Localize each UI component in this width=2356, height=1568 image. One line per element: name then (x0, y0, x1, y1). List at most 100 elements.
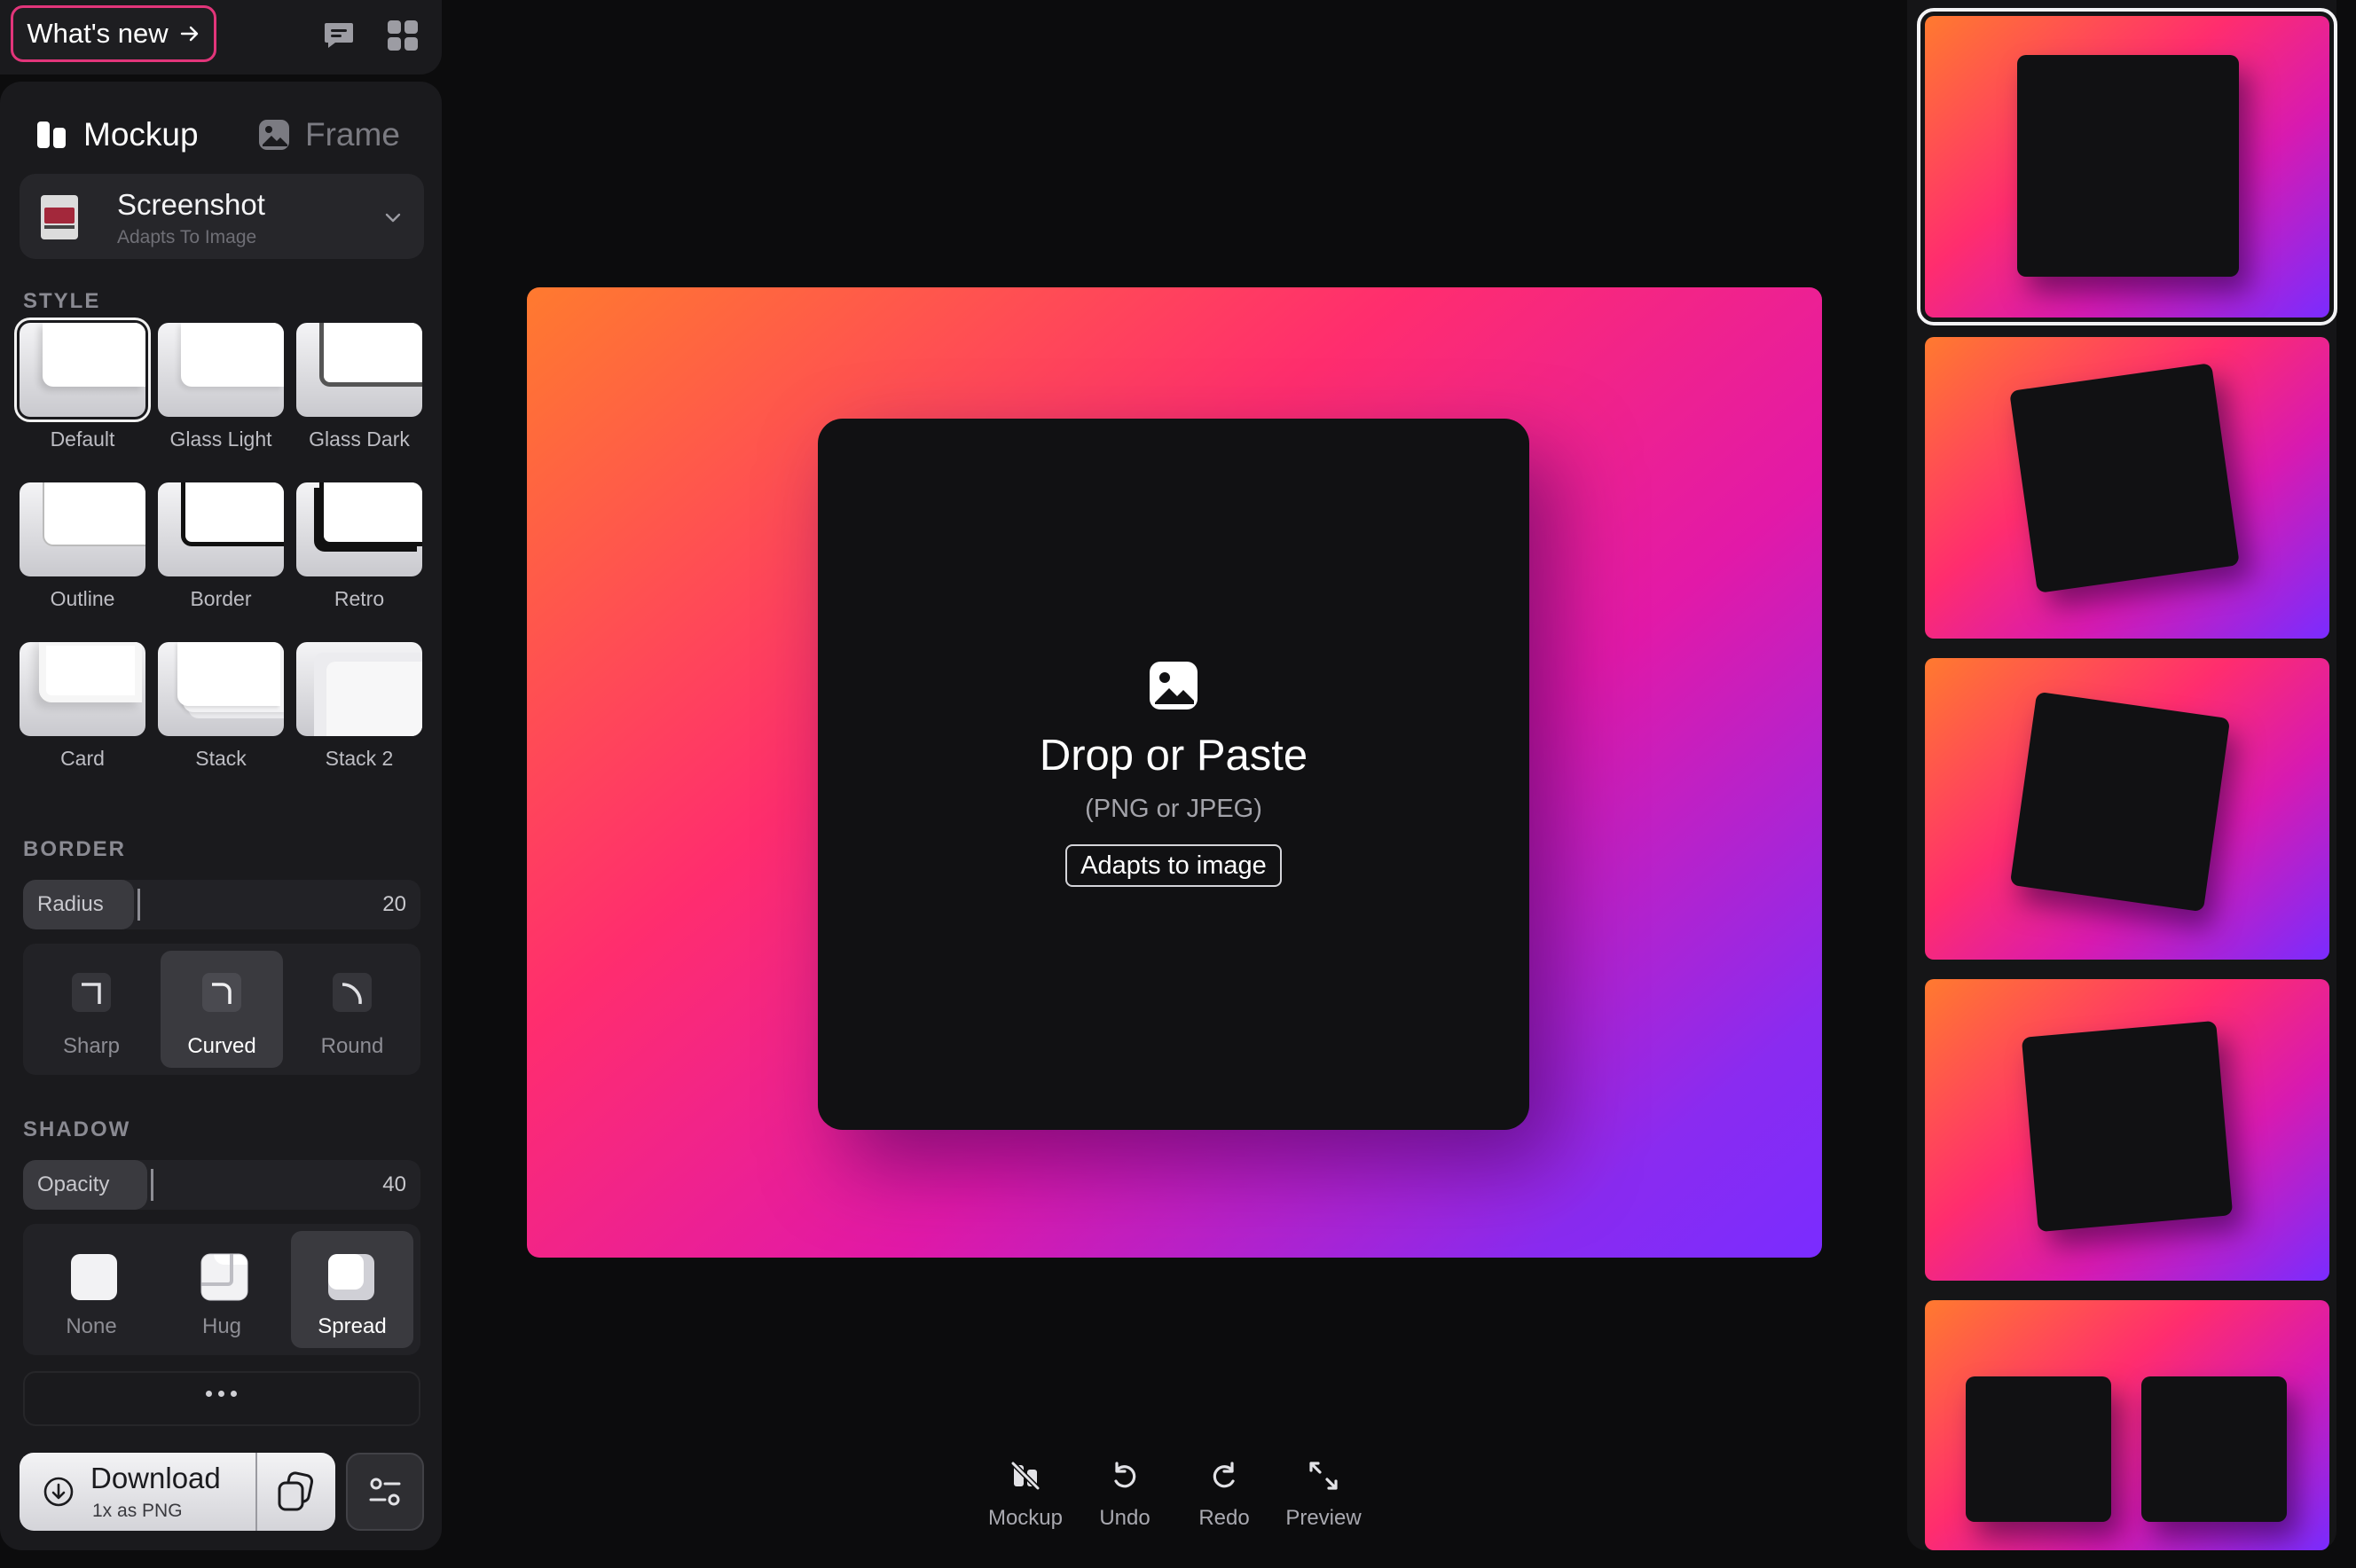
download-divider (255, 1453, 257, 1531)
tab-mockup[interactable]: Mockup (35, 108, 199, 161)
toolbar-undo-button[interactable]: Undo (1075, 1460, 1174, 1531)
opacity-slider[interactable]: Opacity 40 (23, 1160, 420, 1210)
style-option-border[interactable]: Border (158, 482, 284, 611)
device-select[interactable]: Screenshot Adapts To Image (20, 174, 424, 259)
top-bar: What's new (0, 0, 442, 74)
copy-icon[interactable] (275, 1470, 316, 1513)
shadow-option-hug[interactable]: Hug (161, 1231, 283, 1348)
style-label: Stack 2 (325, 747, 394, 770)
preset-frame-left (1966, 1376, 2111, 1522)
shadow-label: Hug (201, 1314, 242, 1338)
corner-option-sharp[interactable]: Sharp (30, 951, 153, 1068)
corner-label: Sharp (62, 1034, 121, 1058)
style-option-stack[interactable]: Stack (158, 642, 284, 771)
shadow-option-spread[interactable]: Spread (291, 1231, 413, 1348)
shadow-section-label: SHADOW (23, 1117, 131, 1141)
adapts-to-image-button[interactable]: Adapts to image (1065, 844, 1282, 887)
shadow-label: None (66, 1314, 117, 1338)
grid-apps-icon[interactable] (385, 18, 420, 53)
shadow-spread-icon (326, 1252, 376, 1302)
radius-slider[interactable]: Radius 20 (23, 880, 420, 929)
device-thumbnail (41, 195, 78, 239)
toolbar-preview-button[interactable]: Preview (1274, 1460, 1373, 1531)
style-label: Glass Light (169, 427, 272, 451)
border-section-label: BORDER (23, 837, 127, 861)
style-thumb-outline (20, 482, 145, 576)
style-option-outline[interactable]: Outline (20, 482, 145, 611)
style-thumb-glass-dark (296, 323, 422, 417)
expand-icon (1308, 1460, 1339, 1492)
style-thumb-card (20, 642, 145, 736)
toolbar-label: Preview (1285, 1506, 1362, 1530)
style-label: Glass Dark (309, 427, 410, 451)
download-subtitle: 1x as PNG (92, 1501, 183, 1521)
corner-sharp-icon (71, 972, 112, 1013)
download-button[interactable]: Download 1x as PNG (20, 1453, 335, 1531)
style-option-stack-2[interactable]: Stack 2 (296, 642, 422, 771)
preset-frame-right (2141, 1376, 2287, 1522)
layout-preset-5[interactable] (1925, 1300, 2329, 1550)
toolbar-label: Redo (1198, 1506, 1250, 1530)
toolbar-label: Undo (1099, 1506, 1151, 1530)
corner-label: Round (320, 1034, 384, 1058)
radius-label: Radius (37, 892, 104, 916)
tab-mockup-label: Mockup (83, 116, 199, 153)
layout-preset-2[interactable] (1925, 337, 2329, 639)
shadow-hug-icon (200, 1252, 249, 1302)
layout-preset-1[interactable] (1917, 8, 2337, 325)
radius-value: 20 (382, 892, 406, 916)
corner-style-selector: Sharp Curved Round (23, 944, 420, 1075)
style-thumb-default (14, 318, 151, 422)
style-option-default[interactable]: Default (14, 318, 151, 451)
toolbar-mockup-button[interactable]: Mockup (976, 1460, 1075, 1531)
sliders-icon (365, 1472, 404, 1511)
layout-preset-3[interactable] (1925, 658, 2329, 960)
corner-option-curved[interactable]: Curved (161, 951, 283, 1068)
style-thumb-retro (296, 482, 422, 576)
more-dots-icon (206, 1391, 237, 1397)
preset-frame (2009, 691, 2231, 913)
mockup-icon (35, 120, 69, 150)
preset-frame (2017, 55, 2239, 277)
chevron-down-icon (383, 208, 403, 227)
arrow-right-icon (179, 23, 200, 44)
style-section-label: STYLE (23, 289, 101, 313)
style-thumb-glass-light (158, 323, 284, 417)
tab-frame-label: Frame (305, 116, 400, 153)
drop-subtitle: (PNG or JPEG) (1085, 795, 1262, 823)
device-subtitle: Adapts To Image (117, 227, 257, 247)
shadow-style-selector: None Hug Spread (23, 1224, 420, 1355)
left-sidebar: Mockup Frame Screenshot Adapts To Image … (0, 82, 442, 1550)
style-option-glass-light[interactable]: Glass Light (158, 323, 284, 451)
whats-new-button[interactable]: What's new (11, 5, 216, 62)
shadow-label: Spread (318, 1314, 387, 1338)
style-option-glass-dark[interactable]: Glass Dark (296, 323, 422, 451)
image-upload-icon (1148, 660, 1199, 711)
style-label: Default (50, 427, 115, 451)
tab-frame[interactable]: Frame (257, 108, 400, 161)
corner-curved-icon (201, 972, 242, 1013)
style-thumb-border (158, 482, 284, 576)
drop-zone[interactable]: Drop or Paste (PNG or JPEG) Adapts to im… (818, 419, 1529, 1130)
undo-icon (1109, 1460, 1141, 1492)
style-option-retro[interactable]: Retro (296, 482, 422, 611)
image-icon (257, 118, 291, 152)
corner-label: Curved (187, 1034, 256, 1058)
whats-new-label: What's new (27, 18, 169, 49)
corner-option-round[interactable]: Round (291, 951, 413, 1068)
toolbar-redo-button[interactable]: Redo (1174, 1460, 1274, 1531)
style-label: Retro (334, 587, 385, 610)
feedback-icon[interactable] (321, 18, 357, 53)
preset-frame (2009, 363, 2240, 593)
layout-preset-4[interactable] (1925, 979, 2329, 1281)
settings-button[interactable] (346, 1453, 424, 1531)
download-icon (43, 1476, 75, 1508)
more-options-button[interactable] (23, 1371, 420, 1426)
radius-slider-handle[interactable] (137, 889, 140, 921)
shadow-option-none[interactable]: None (30, 1231, 153, 1348)
style-thumb-stack (158, 642, 284, 736)
opacity-slider-handle[interactable] (151, 1169, 153, 1201)
style-option-card[interactable]: Card (20, 642, 145, 771)
download-title: Download (90, 1462, 221, 1494)
style-label: Border (190, 587, 252, 610)
